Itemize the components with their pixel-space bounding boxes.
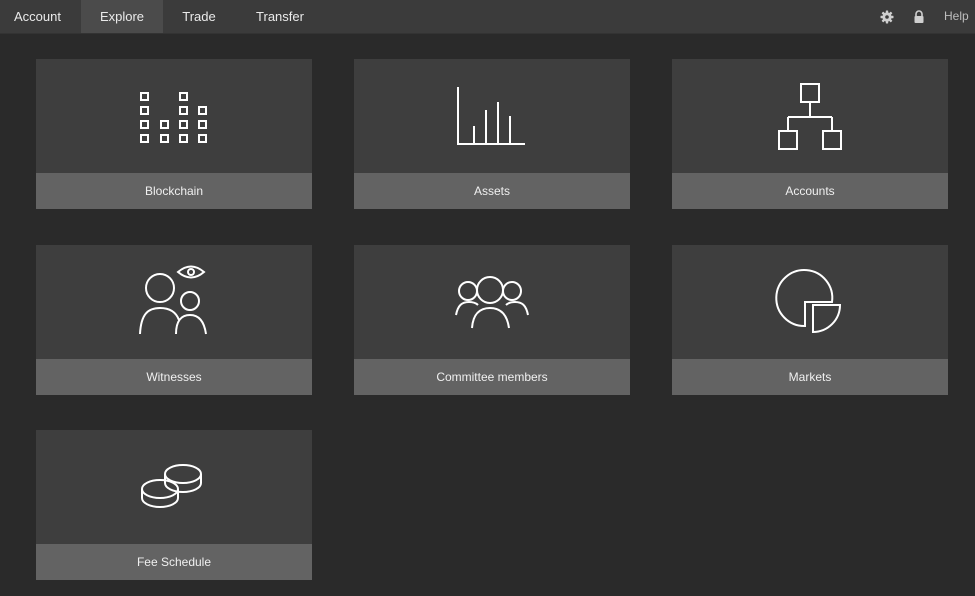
tile-markets[interactable]: Markets [672,245,948,395]
help-link[interactable]: Help [944,0,969,33]
tile-witnesses[interactable]: Witnesses [36,245,312,395]
tile-assets[interactable]: Assets [354,59,630,209]
tile-accounts[interactable]: Accounts [672,59,948,209]
tile-label-witnesses: Witnesses [36,359,312,395]
tile-label-accounts: Accounts [672,173,948,209]
witnesses-icon [36,245,312,359]
nav-tab-explore[interactable]: Explore [81,0,163,33]
fee-schedule-coins-icon [36,430,312,544]
tile-label-blockchain: Blockchain [36,173,312,209]
lock-icon[interactable] [911,9,927,25]
tile-label-fee-schedule: Fee Schedule [36,544,312,580]
gear-icon[interactable] [879,9,895,25]
tile-fee-schedule[interactable]: Fee Schedule [36,430,312,580]
assets-chart-icon [354,59,630,173]
tile-committee-members[interactable]: Committee members [354,245,630,395]
nav-tab-transfer[interactable]: Transfer [235,0,325,33]
accounts-hierarchy-icon [672,59,948,173]
nav-tab-trade[interactable]: Trade [163,0,235,33]
tile-label-assets: Assets [354,173,630,209]
tile-label-markets: Markets [672,359,948,395]
top-navigation-bar: Account Explore Trade Transfer Help [0,0,975,34]
tile-blockchain[interactable]: Blockchain [36,59,312,209]
markets-pie-icon [672,245,948,359]
tile-label-committee-members: Committee members [354,359,630,395]
nav-tab-account[interactable]: Account [0,0,75,33]
committee-members-icon [354,245,630,359]
blockchain-icon [36,59,312,173]
